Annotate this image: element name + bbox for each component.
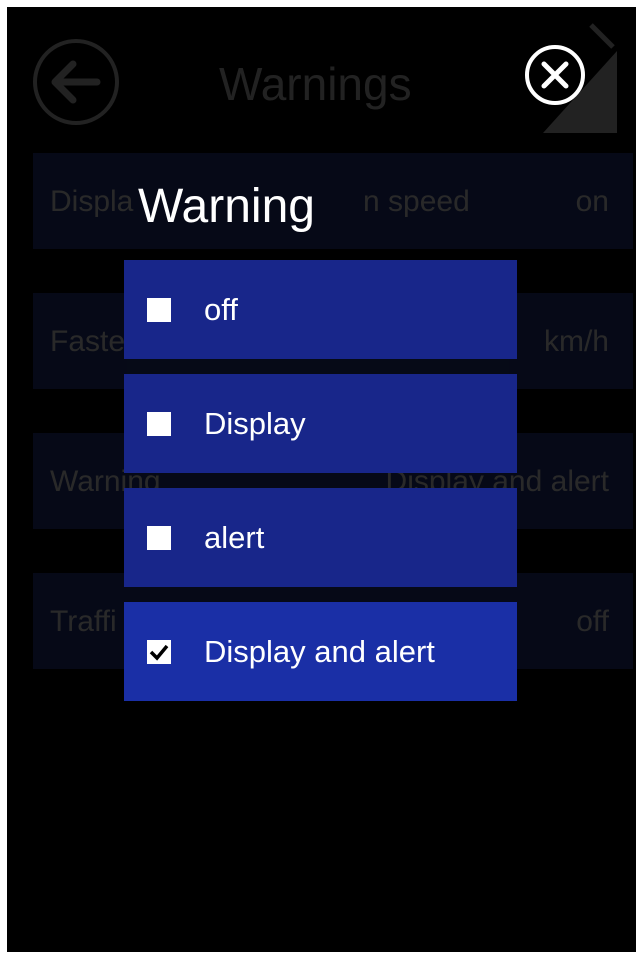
dialog-title: Warning	[138, 180, 315, 233]
option-label: Display and alert	[204, 634, 435, 669]
screen: Warnings Displa n speed on Faste km/h Wa…	[7, 7, 636, 952]
close-icon	[541, 61, 569, 89]
arrow-left-icon	[51, 60, 101, 104]
back-button	[33, 39, 119, 125]
checkbox-checked[interactable]	[147, 640, 171, 664]
option-alert[interactable]: alert	[124, 488, 517, 587]
background-page: Warnings Displa n speed on Faste km/h Wa…	[7, 7, 636, 952]
row-label: Traffi	[50, 605, 117, 638]
checkmark-icon	[149, 644, 169, 661]
row-value: on	[575, 185, 609, 218]
option-label: Display	[204, 406, 306, 441]
row-label: Faste	[50, 325, 126, 358]
row-value: km/h	[543, 325, 609, 358]
row-value: off	[576, 605, 609, 638]
page-title: Warnings	[219, 58, 412, 110]
row-label-tail: n speed	[363, 185, 470, 218]
checkbox[interactable]	[147, 526, 171, 550]
option-label: alert	[204, 520, 265, 555]
settings-row: Displa n speed on	[33, 153, 633, 249]
option-label: off	[204, 292, 238, 327]
row-label: Displa	[50, 185, 134, 218]
option-display-and-alert[interactable]: Display and alert	[124, 602, 517, 701]
checkbox[interactable]	[147, 298, 171, 322]
option-display[interactable]: Display	[124, 374, 517, 473]
option-off[interactable]: off	[124, 260, 517, 359]
checkbox[interactable]	[147, 412, 171, 436]
close-button[interactable]	[525, 45, 585, 105]
